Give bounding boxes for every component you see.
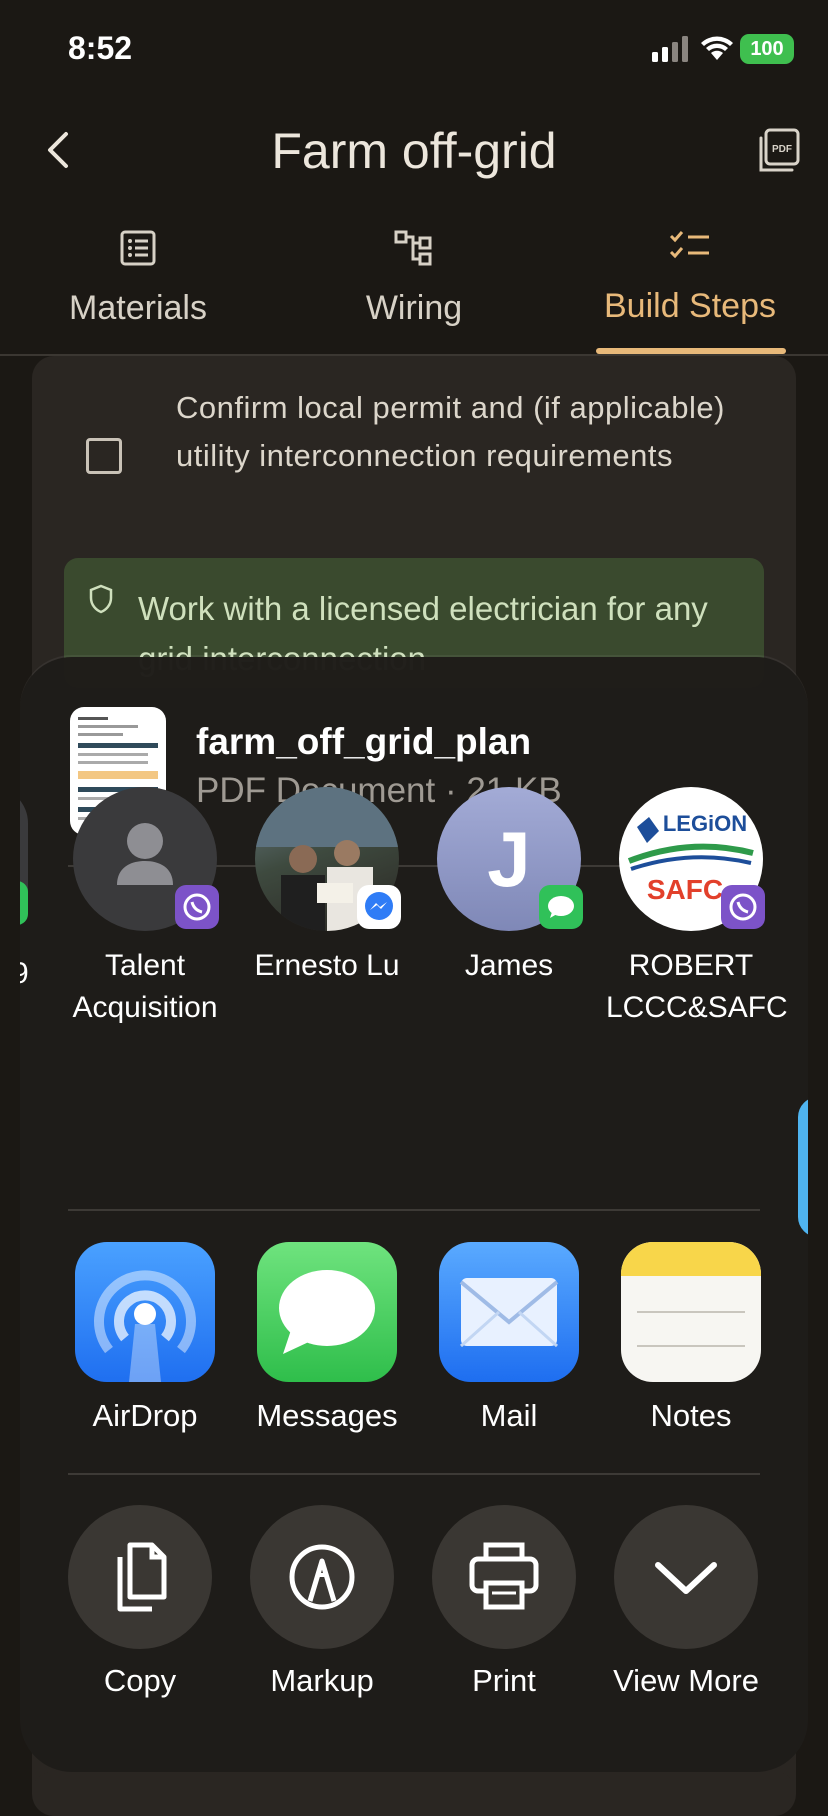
app-name: Mail [480, 1398, 538, 1433]
wifi-icon [701, 36, 733, 60]
contact-james[interactable]: J James [424, 787, 594, 987]
action-name: Copy [103, 1663, 177, 1698]
chevron-down-icon [614, 1505, 758, 1649]
viber-icon [721, 885, 765, 929]
contact-name: James [464, 949, 554, 982]
pdf-export-icon[interactable]: PDF [758, 128, 800, 174]
svg-text:SAFC: SAFC [647, 874, 723, 905]
contact-partial-name: 9 [20, 957, 29, 990]
messages-badge-icon [20, 881, 28, 925]
messenger-icon [357, 885, 401, 929]
cellular-signal-icon [652, 36, 688, 62]
app-messages[interactable]: Messages [242, 1242, 412, 1434]
markup-icon [250, 1505, 394, 1649]
page-title: Farm off-grid [271, 123, 557, 179]
avatar [255, 787, 401, 931]
action-markup[interactable]: Markup [232, 1505, 412, 1699]
status-bar: 8:52 100 [0, 0, 828, 100]
background-card-edge [32, 1772, 796, 1792]
contact-name: ROBERT LCCC&SAFC [606, 949, 788, 1024]
airdrop-icon [75, 1242, 215, 1382]
app-mail[interactable]: Mail [424, 1242, 594, 1434]
diagram-icon [394, 230, 432, 266]
viber-icon [175, 885, 219, 929]
contact-talent-acquisition[interactable]: Talent Acquisition [60, 787, 230, 1029]
divider [68, 1473, 760, 1475]
messages-app-icon [257, 1242, 397, 1382]
svg-text:PDF: PDF [772, 144, 792, 155]
action-name: Print [472, 1663, 536, 1698]
action-view-more[interactable]: View More [596, 1505, 776, 1699]
battery-indicator: 100 [740, 34, 794, 64]
contact-robert[interactable]: LEGiON SAFC ROBERT LCCC&SAFC [606, 787, 788, 1029]
contact-name: Talent Acquisition [72, 949, 218, 1024]
messages-icon [539, 885, 583, 929]
action-name: View More [613, 1663, 759, 1698]
avatar: J [437, 787, 583, 931]
contact-name: Ernesto Lu [254, 949, 400, 982]
action-copy[interactable]: Copy [50, 1505, 230, 1699]
share-sheet: farm_off_grid_plan PDF Document · 21 KB … [20, 657, 808, 1772]
mail-icon [439, 1242, 579, 1382]
tab-materials[interactable]: Materials [28, 230, 248, 328]
avatar [73, 787, 219, 931]
shield-icon [89, 584, 113, 614]
list-icon [120, 230, 156, 266]
document-name: farm_off_grid_plan [196, 721, 532, 762]
copy-icon [68, 1505, 212, 1649]
app-name: Notes [650, 1398, 732, 1433]
app-airdrop[interactable]: AirDrop [60, 1242, 230, 1434]
app-partial-icon[interactable] [798, 1097, 808, 1237]
svg-text:LEGiON: LEGiON [663, 811, 747, 836]
step-text: Confirm local permit and (if applicable)… [176, 390, 725, 473]
printer-icon [432, 1505, 576, 1649]
app-name: Messages [256, 1398, 398, 1433]
app-name: AirDrop [92, 1398, 198, 1433]
tab-wiring[interactable]: Wiring [304, 230, 524, 328]
action-name: Markup [270, 1663, 374, 1698]
checklist-icon [669, 231, 709, 259]
action-print[interactable]: Print [414, 1505, 594, 1699]
contact-ernesto-lu[interactable]: Ernesto Lu [242, 787, 412, 987]
tab-label: Materials [69, 289, 207, 327]
avatar: LEGiON SAFC [619, 787, 765, 931]
tab-label: Build Steps [604, 287, 776, 325]
step-checkbox[interactable] [86, 438, 122, 474]
app-notes[interactable]: Notes [606, 1242, 776, 1434]
divider [68, 1209, 760, 1211]
status-time: 8:52 [68, 30, 133, 66]
tab-build-steps[interactable]: Build Steps [580, 230, 800, 326]
tab-label: Wiring [365, 289, 463, 327]
notes-icon [621, 1242, 761, 1382]
